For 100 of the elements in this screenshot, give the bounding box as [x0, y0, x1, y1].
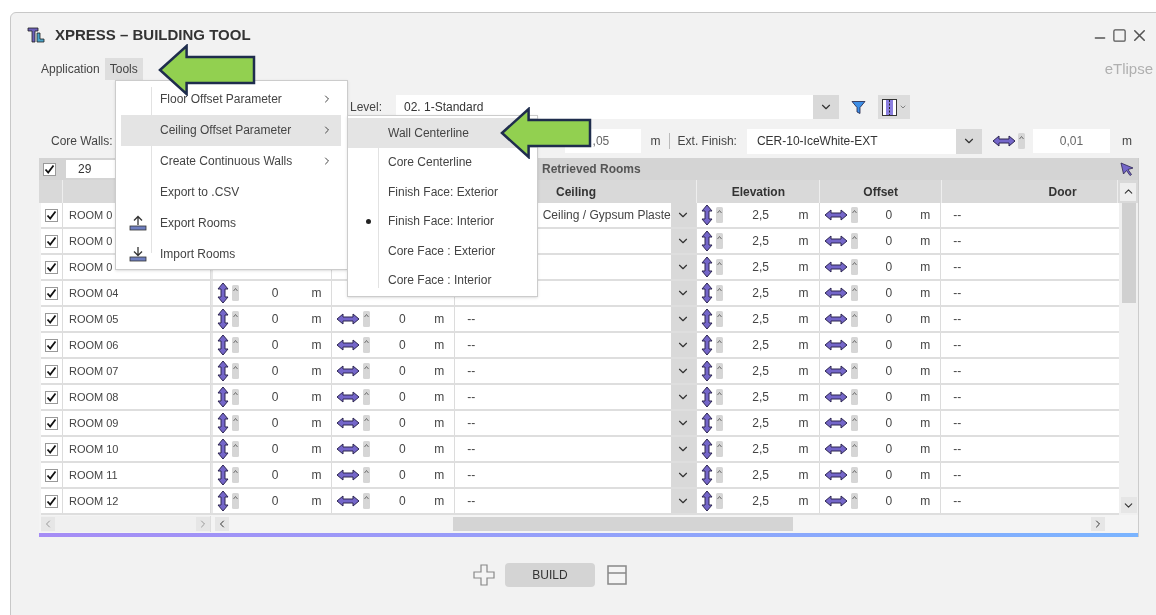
value-text[interactable]: 0: [399, 388, 406, 406]
value-text[interactable]: 2,5: [752, 388, 769, 406]
stepper-button[interactable]: [715, 285, 723, 301]
scroll-down-button[interactable]: [1120, 497, 1137, 513]
scroll-right-button[interactable]: [1091, 517, 1105, 531]
checkbox[interactable]: [44, 312, 58, 326]
build-button[interactable]: BUILD: [505, 563, 595, 587]
dropdown-button[interactable]: [670, 411, 696, 435]
stepper-button[interactable]: [850, 285, 858, 301]
dropdown-button[interactable]: [670, 359, 696, 383]
value-text[interactable]: 2,5: [752, 492, 769, 510]
stepper-button[interactable]: [231, 389, 239, 405]
value-text[interactable]: 0: [271, 362, 279, 380]
stepper-button[interactable]: [231, 311, 239, 327]
checkbox[interactable]: [44, 416, 58, 430]
value-text[interactable]: 0: [399, 466, 406, 484]
value-text[interactable]: 0: [885, 440, 893, 458]
ext-finish-dropdown[interactable]: CER-10-IceWhite-EXT: [746, 128, 982, 154]
value-text[interactable]: 2,5: [752, 362, 769, 380]
stepper-button[interactable]: [715, 337, 723, 353]
menu-item[interactable]: Create Continuous Walls: [121, 145, 341, 177]
menu-item[interactable]: Floor Offset Parameter: [121, 84, 341, 115]
value-text[interactable]: 2,5: [752, 414, 769, 432]
offset-field[interactable]: 0,01: [1032, 129, 1110, 153]
value-text[interactable]: 0: [885, 492, 893, 510]
dropdown-button[interactable]: [670, 437, 696, 461]
stepper-button[interactable]: [363, 311, 371, 327]
value-text[interactable]: 0: [399, 414, 406, 432]
stepper-button[interactable]: [850, 207, 858, 223]
stepper-button[interactable]: [715, 207, 723, 223]
value-text[interactable]: 0: [399, 362, 406, 380]
dropdown-button[interactable]: [670, 307, 696, 331]
dropdown-button[interactable]: [813, 95, 839, 119]
checkbox[interactable]: [44, 442, 58, 456]
menu-item[interactable]: Ceiling Offset Parameter: [121, 114, 341, 146]
value-text[interactable]: 0: [885, 336, 893, 354]
value-text[interactable]: 0: [885, 284, 893, 302]
scrollbar-thumb[interactable]: [453, 517, 793, 531]
stepper-button[interactable]: [363, 337, 371, 353]
checkbox[interactable]: [44, 494, 58, 508]
menu-item[interactable]: Core Centerline: [348, 147, 537, 177]
checkbox[interactable]: [44, 338, 58, 352]
dropdown-button[interactable]: [670, 281, 696, 305]
value-text[interactable]: 0: [271, 284, 279, 302]
stepper-button[interactable]: [850, 415, 858, 431]
stepper-button[interactable]: [363, 363, 371, 379]
value-text[interactable]: 0: [271, 414, 279, 432]
checkbox[interactable]: [44, 234, 58, 248]
value-text[interactable]: 0: [271, 492, 279, 510]
add-icon[interactable]: [473, 564, 495, 586]
dropdown-button[interactable]: [670, 255, 696, 279]
menu-item[interactable]: Export to .CSV: [121, 176, 341, 208]
value-text[interactable]: 2,5: [752, 336, 769, 354]
value-text[interactable]: 2,5: [752, 258, 769, 276]
dropdown-button[interactable]: [670, 229, 696, 253]
dropdown-button[interactable]: [670, 333, 696, 357]
value-text[interactable]: 2,5: [752, 206, 769, 224]
checkbox[interactable]: [44, 390, 58, 404]
stepper-button[interactable]: [715, 415, 723, 431]
stepper-button[interactable]: [363, 389, 371, 405]
menu-item[interactable]: Import Rooms: [121, 238, 341, 269]
value-text[interactable]: 2,5: [752, 284, 769, 302]
filter-icon[interactable]: [851, 99, 866, 115]
panel-layout-icon[interactable]: [607, 565, 627, 585]
wall-layers-button[interactable]: [878, 95, 910, 119]
stepper-button[interactable]: [231, 363, 239, 379]
stepper-button[interactable]: [715, 233, 723, 249]
dropdown-button[interactable]: [670, 489, 696, 513]
value-text[interactable]: 2,5: [752, 310, 769, 328]
value-text[interactable]: 2,5: [752, 440, 769, 458]
cursor-icon[interactable]: [1120, 162, 1134, 176]
stepper-button[interactable]: [715, 259, 723, 275]
menu-item[interactable]: Application: [36, 58, 105, 80]
stepper-button[interactable]: [850, 311, 858, 327]
value-text[interactable]: 0: [399, 440, 406, 458]
stepper-button[interactable]: [850, 493, 858, 509]
value-text[interactable]: 0: [885, 414, 893, 432]
menu-item[interactable]: Core Face : Exterior: [348, 236, 537, 266]
checkbox[interactable]: [44, 364, 58, 378]
stepper-button[interactable]: [231, 337, 239, 353]
checkbox[interactable]: [44, 468, 58, 482]
checkbox[interactable]: [44, 260, 58, 274]
stepper-button[interactable]: [363, 467, 371, 483]
stepper-button[interactable]: [715, 441, 723, 457]
checkbox[interactable]: [44, 208, 58, 222]
maximize-icon[interactable]: [1112, 27, 1127, 43]
menu-item[interactable]: Tools: [104, 58, 143, 80]
stepper-button[interactable]: [850, 233, 858, 249]
stepper-button[interactable]: [715, 363, 723, 379]
dropdown-button[interactable]: [670, 385, 696, 409]
value-text[interactable]: 0: [271, 440, 279, 458]
scroll-up-button[interactable]: [1120, 182, 1136, 201]
dropdown-button[interactable]: [670, 203, 696, 227]
stepper-button[interactable]: [363, 415, 371, 431]
column-header[interactable]: Offset: [863, 182, 898, 201]
column-header[interactable]: Door: [1048, 182, 1077, 201]
stepper-button[interactable]: [850, 259, 858, 275]
value-text[interactable]: 0: [271, 466, 279, 484]
value-text[interactable]: 0: [885, 206, 893, 224]
value-text[interactable]: 2,5: [752, 232, 769, 250]
